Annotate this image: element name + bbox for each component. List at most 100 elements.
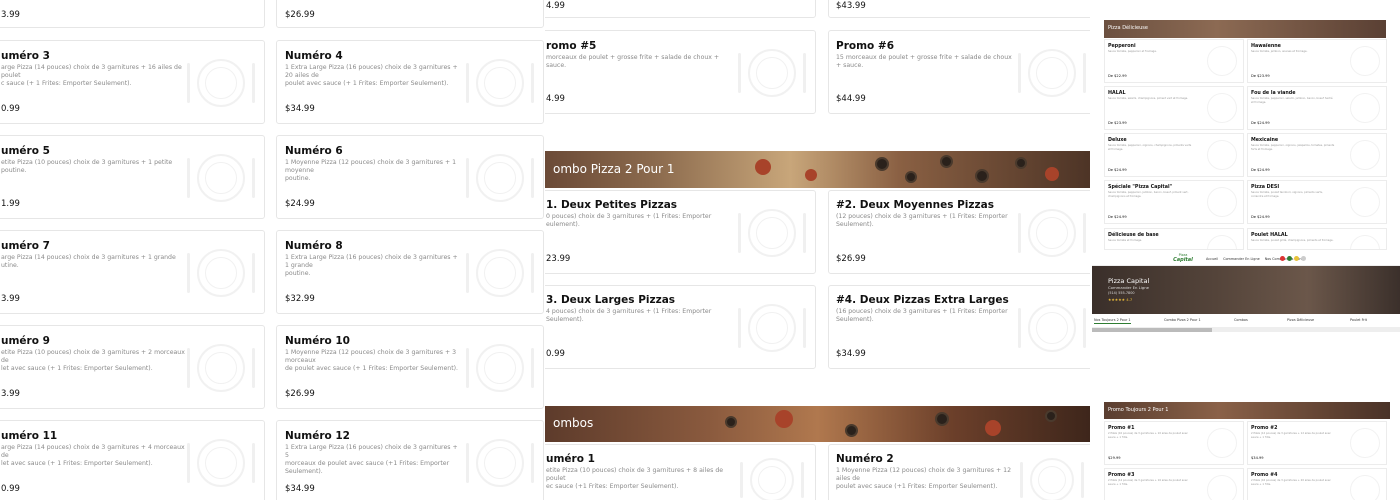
menu-item-price: 1.99 bbox=[1, 199, 20, 209]
knife-icon bbox=[531, 443, 534, 483]
menu-item-description: 1 Moyenne Pizza (12 pouces) choix de 3 g… bbox=[285, 349, 459, 372]
menu-item-card[interactable]: uméro 3 arge Pizza (14 pouces) choix de … bbox=[0, 40, 265, 124]
menu-item-title: Pizza DESI bbox=[1251, 185, 1280, 190]
menu-item-price: 3.99 bbox=[1, 294, 20, 304]
menu-item-title: uméro 1 bbox=[546, 453, 595, 465]
plate-placeholder-icon bbox=[197, 439, 245, 487]
fork-icon bbox=[187, 63, 190, 103]
menu-item-card[interactable]: Poulet HALAL Sauce tomate, poulet grillé… bbox=[1247, 228, 1387, 250]
site-overview-panel: Pizza Délicieuse Pepperoni Sauce tomate,… bbox=[1092, 0, 1400, 500]
menu-item-description: 2 Pizza (16 pouces) de 3 garnitures + 20… bbox=[1251, 479, 1331, 486]
knife-icon bbox=[531, 253, 534, 293]
plate-placeholder-icon bbox=[197, 344, 245, 392]
menu-item-card[interactable]: Mexicaine Sauce tomate, pepperoni, oigno… bbox=[1247, 133, 1387, 177]
plate-placeholder-icon bbox=[476, 59, 524, 107]
menu-item-price: De $24.99 bbox=[1251, 215, 1270, 219]
category-banner-combo-2-pour-1: ombo Pizza 2 Pour 1 bbox=[545, 151, 1090, 188]
menu-item-card[interactable]: Numéro 4 1 Extra Large Pizza (16 pouces)… bbox=[276, 40, 544, 124]
menu-item-card[interactable]: Pepperoni Sauce tomate, pepperoni et fro… bbox=[1104, 39, 1244, 83]
menu-item-card[interactable]: #2. Deux Moyennes Pizzas (12 pouces) cho… bbox=[828, 190, 1090, 274]
knife-icon bbox=[531, 158, 534, 198]
menu-item-card[interactable]: uméro 5 etite Pizza (10 pouces) choix de… bbox=[0, 135, 265, 219]
menu-item-description: 0 pouces) choix de 3 garnitures + (1 Fri… bbox=[546, 213, 712, 228]
language-flags[interactable] bbox=[1280, 256, 1306, 261]
menu-card-top-left[interactable]: 3.99 bbox=[0, 0, 265, 28]
menu-item-card[interactable]: Numéro 10 1 Moyenne Pizza (12 pouces) ch… bbox=[276, 325, 544, 409]
topnav-link[interactable]: Commander En Ligne bbox=[1223, 257, 1260, 263]
tabs-scrollbar[interactable] bbox=[1092, 328, 1400, 332]
menu-item-card[interactable]: Numéro 6 1 Moyenne Pizza (12 pouces) cho… bbox=[276, 135, 544, 219]
menu-item-price: 3.99 bbox=[1, 389, 20, 399]
menu-item-card[interactable]: Fou de la viande Sauce tomate, pepperoni… bbox=[1247, 86, 1387, 130]
menu-item-price: De $24.99 bbox=[1251, 168, 1270, 172]
menu-card-top-right[interactable]: $26.99 bbox=[276, 0, 544, 28]
site-logo[interactable]: Pizza Capital bbox=[1170, 253, 1196, 265]
knife-icon bbox=[252, 158, 255, 198]
menu-item-card[interactable]: Promo #2 2 Pizza (12 pouces) de 3 garnit… bbox=[1247, 421, 1387, 465]
menu-item-price: $32.99 bbox=[285, 294, 315, 304]
menu-item-card[interactable]: 3. Deux Larges Pizzas 4 pouces) choix de… bbox=[545, 285, 816, 369]
category-tab[interactable]: Nos Toujours 2 Pour 1 bbox=[1094, 318, 1131, 324]
banner-title: ombo Pizza 2 Pour 1 bbox=[553, 162, 675, 176]
menu-item-card[interactable]: Numéro 2 1 Moyenne Pizza (12 pouces) cho… bbox=[828, 444, 1090, 500]
card-price: $43.99 bbox=[836, 1, 866, 11]
menu-item-card[interactable]: Promo #4 2 Pizza (16 pouces) de 3 garnit… bbox=[1247, 468, 1387, 500]
menu-item-card[interactable]: Hawaïenne Sauce tomate, jambon, ananas e… bbox=[1247, 39, 1387, 83]
menu-item-title: Promo #3 bbox=[1108, 473, 1135, 478]
menu-item-card[interactable]: uméro 9 etite Pizza (10 pouces) choix de… bbox=[0, 325, 265, 409]
menu-item-card[interactable]: uméro 1 etite Pizza (10 pouces) choix de… bbox=[545, 444, 816, 500]
knife-icon bbox=[801, 462, 804, 498]
menu-item-price: De $23.99 bbox=[1251, 74, 1270, 78]
restaurant-name: Pizza Capital bbox=[1108, 277, 1150, 285]
menu-item-description: 2 Pizza (10 pouces) de 3 garnitures + 10… bbox=[1108, 432, 1188, 439]
section-title: Promo Toujours 2 Pour 1 bbox=[1108, 407, 1169, 413]
category-tab[interactable]: Combos bbox=[1234, 318, 1248, 322]
menu-item-description: etite Pizza (10 pouces) choix de 3 garni… bbox=[1, 159, 173, 174]
plate-placeholder-icon bbox=[1350, 235, 1380, 249]
menu-item-description: 15 morceaux de poulet + grosse frite + s… bbox=[836, 54, 1012, 69]
menu-item-card[interactable]: Délicieuse de base Sauce tomate et froma… bbox=[1104, 228, 1244, 250]
knife-icon bbox=[252, 253, 255, 293]
menu-item-description: 1 Moyenne Pizza (12 pouces) choix de 3 g… bbox=[285, 159, 457, 182]
menu-item-price: De $24.99 bbox=[1251, 121, 1270, 125]
menu-item-card[interactable]: uméro 7 arge Pizza (14 pouces) choix de … bbox=[0, 230, 265, 314]
plate-placeholder-icon bbox=[748, 209, 796, 257]
menu-item-card[interactable]: Promo #1 2 Pizza (10 pouces) de 3 garnit… bbox=[1104, 421, 1244, 465]
menu-card-top-right[interactable]: $43.99 bbox=[828, 0, 1090, 18]
menu-item-card[interactable]: uméro 11 arge Pizza (14 pouces) choix de… bbox=[0, 420, 265, 500]
fork-icon bbox=[1018, 213, 1021, 253]
restaurant-phone[interactable]: (514) 555-7800 bbox=[1108, 291, 1135, 295]
menu-item-title: uméro 9 bbox=[1, 335, 50, 347]
menu-item-title: Fou de la viande bbox=[1251, 91, 1296, 96]
menu-item-card[interactable]: Promo #6 15 morceaux de poulet + grosse … bbox=[828, 30, 1090, 114]
menu-item-description: etite Pizza (10 pouces) choix de 3 garni… bbox=[1, 349, 185, 372]
menu-item-description: Sauce tomate, jambon, ananas et fromage. bbox=[1251, 50, 1308, 53]
category-tab[interactable]: Poulet Frit bbox=[1350, 318, 1367, 322]
category-tab[interactable]: Pizza Délicieuse bbox=[1287, 318, 1314, 322]
topnav-link[interactable]: Accueil bbox=[1206, 257, 1218, 263]
knife-icon bbox=[1081, 462, 1084, 498]
knife-icon bbox=[1083, 213, 1086, 253]
plate-placeholder-icon bbox=[1350, 428, 1380, 458]
restaurant-rating: ★★★★★ 4.7 bbox=[1108, 297, 1133, 302]
menu-item-card[interactable]: Deluxe Sauce tomate, pepperoni, oignons,… bbox=[1104, 133, 1244, 177]
card-price: $26.99 bbox=[285, 10, 315, 20]
menu-item-card[interactable]: Spéciale "Pizza Capital" Sauce tomate, p… bbox=[1104, 180, 1244, 224]
plate-placeholder-icon bbox=[1207, 46, 1237, 76]
menu-item-card[interactable]: Numéro 12 1 Extra Large Pizza (16 pouces… bbox=[276, 420, 544, 500]
menu-item-price: De $23.99 bbox=[1108, 121, 1127, 125]
menu-item-price: $24.99 bbox=[285, 199, 315, 209]
menu-item-card[interactable]: Numéro 8 1 Extra Large Pizza (16 pouces)… bbox=[276, 230, 544, 314]
menu-item-description: 2 Pizza (12 pouces) de 3 garnitures + 12… bbox=[1251, 432, 1331, 439]
category-tab[interactable]: Combo Pizza 2 Pour 1 bbox=[1164, 318, 1201, 322]
menu-item-card[interactable]: 1. Deux Petites Pizzas 0 pouces) choix d… bbox=[545, 190, 816, 274]
menu-item-card[interactable]: Promo #3 2 Pizza (14 pouces) de 3 garnit… bbox=[1104, 468, 1244, 500]
knife-icon bbox=[252, 348, 255, 388]
menu-item-price: $34.99 bbox=[836, 349, 866, 359]
menu-item-card[interactable]: HALAL Sauce tomate, salami, champignons,… bbox=[1104, 86, 1244, 130]
menu-item-card[interactable]: romo #5 morceaux de poulet + grosse frit… bbox=[545, 30, 816, 114]
menu-item-card[interactable]: #4. Deux Pizzas Extra Larges (16 pouces)… bbox=[828, 285, 1090, 369]
menu-item-card[interactable]: Pizza DESI Sauce tomate, poulet tandoori… bbox=[1247, 180, 1387, 224]
menu-card-top-left[interactable]: 4.99 bbox=[545, 0, 816, 18]
plate-placeholder-icon bbox=[197, 154, 245, 202]
